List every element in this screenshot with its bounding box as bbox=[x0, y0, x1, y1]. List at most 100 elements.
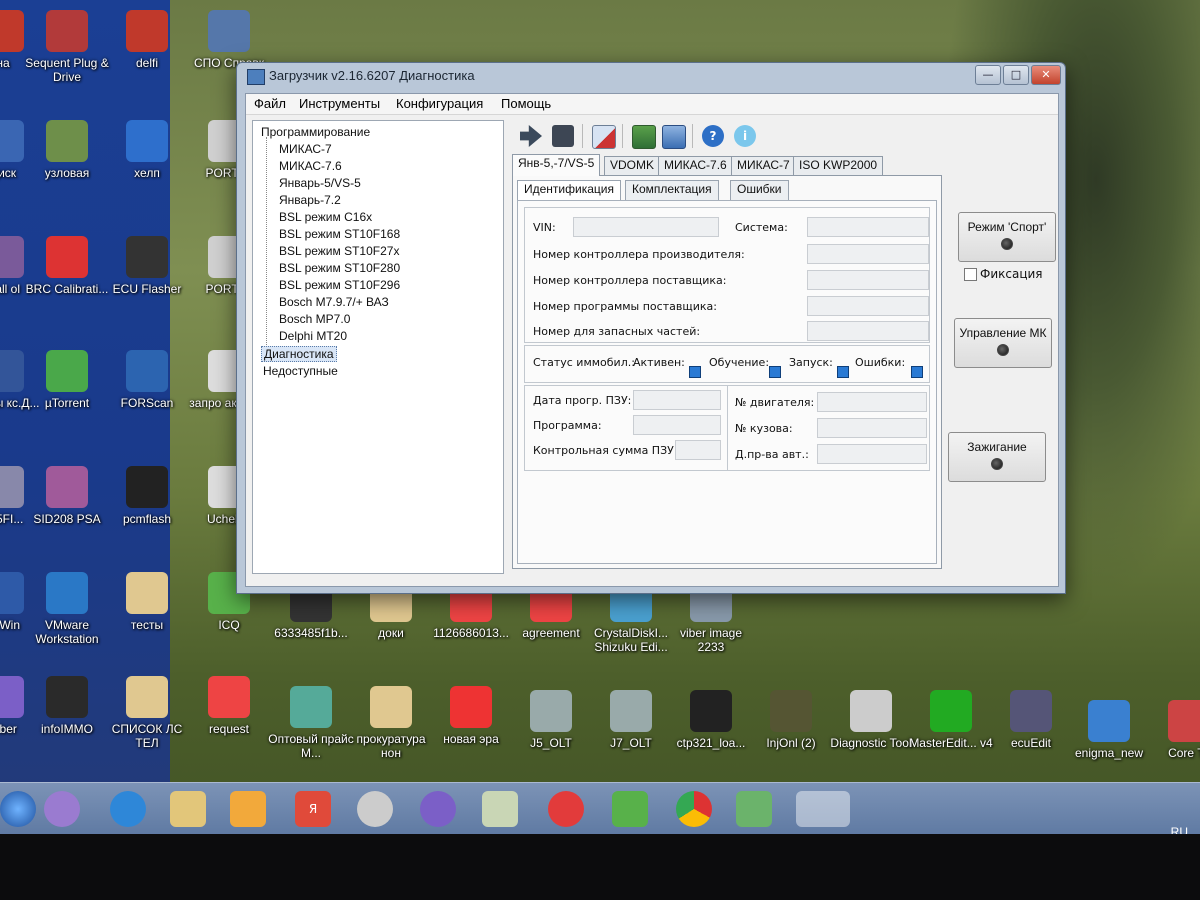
subtab-identification[interactable]: Идентификация bbox=[517, 180, 621, 200]
stop-icon[interactable] bbox=[552, 125, 574, 147]
desktop-icon[interactable]: VMware Workstation bbox=[24, 572, 110, 646]
taskbar-explorer-icon[interactable] bbox=[170, 791, 206, 827]
subtab-errors[interactable]: Ошибки bbox=[730, 180, 789, 200]
taskbar-media-icon[interactable] bbox=[230, 791, 266, 827]
desktop-icon[interactable]: µTorrent bbox=[24, 350, 110, 410]
tab-jan5[interactable]: Янв-5,-7/VS-5 bbox=[512, 154, 601, 176]
menu-file[interactable]: Файл bbox=[254, 96, 286, 111]
engine-no-field[interactable] bbox=[817, 392, 927, 412]
tab-mikas76[interactable]: МИКАС-7.6 bbox=[658, 156, 733, 176]
desktop-app-icon bbox=[0, 10, 24, 52]
tree-item[interactable]: Delphi MT20 bbox=[279, 329, 347, 343]
desktop-icon[interactable]: Sequent Plug & Drive bbox=[24, 10, 110, 84]
fix-checkbox[interactable] bbox=[964, 268, 977, 281]
desktop-icon[interactable]: Оптовый прайс М... bbox=[268, 686, 354, 760]
checksum-field[interactable] bbox=[675, 440, 721, 460]
sport-mode-button[interactable]: Режим 'Спорт' bbox=[958, 212, 1056, 262]
desktop-icon[interactable]: тесты bbox=[104, 572, 190, 632]
minimize-button[interactable]: — bbox=[975, 65, 1001, 85]
menu-help[interactable]: Помощь bbox=[501, 96, 551, 111]
tree-item-diagnostics[interactable]: Диагностика bbox=[261, 346, 337, 362]
sup-ctrl-field[interactable] bbox=[807, 270, 929, 290]
window-client: Файл Инструменты Конфигурация Помощь Про… bbox=[245, 93, 1059, 587]
taskbar-chrome-icon[interactable] bbox=[676, 791, 712, 827]
desktop-icon[interactable]: InjOnl (2) bbox=[748, 690, 834, 750]
desktop-icon[interactable]: прокуратура нон bbox=[348, 686, 434, 760]
desktop-icon[interactable]: хелп bbox=[104, 120, 190, 180]
body-no-field[interactable] bbox=[817, 418, 927, 438]
taskbar-utorrent-icon[interactable] bbox=[736, 791, 772, 827]
tab-iso-kwp2000[interactable]: ISO KWP2000 bbox=[793, 156, 884, 176]
desktop-icon[interactable]: infoIMMO bbox=[24, 676, 110, 736]
desktop-icon[interactable]: MasterEdit... v4 bbox=[908, 690, 994, 750]
sup-prog-field[interactable] bbox=[807, 296, 929, 316]
desktop-icon[interactable]: J7_OLT bbox=[588, 690, 674, 750]
desktop-icon[interactable]: ctp321_loa... bbox=[668, 690, 754, 750]
mfr-ctrl-field[interactable] bbox=[807, 244, 929, 264]
vin-field[interactable] bbox=[573, 217, 719, 237]
tab-mikas7[interactable]: МИКАС-7 bbox=[731, 156, 796, 176]
desktop-icon[interactable]: pcmflash bbox=[104, 466, 190, 526]
desktop-icon[interactable]: ECU Flasher bbox=[104, 236, 190, 296]
desktop-icon[interactable]: Core Te bbox=[1146, 700, 1200, 760]
menu-config[interactable]: Конфигурация bbox=[396, 96, 483, 111]
tree-item[interactable]: BSL режим ST10F168 bbox=[279, 227, 400, 241]
desktop-icon[interactable]: узловая bbox=[24, 120, 110, 180]
spare-field[interactable] bbox=[807, 321, 929, 341]
desktop-icon[interactable]: BRC Calibrati... bbox=[24, 236, 110, 296]
run-icon[interactable] bbox=[520, 125, 542, 147]
edit-icon[interactable] bbox=[592, 125, 616, 149]
taskbar-yandex-browser-icon[interactable] bbox=[548, 791, 584, 827]
tree-item[interactable]: МИКАС-7.6 bbox=[279, 159, 342, 173]
tree-item[interactable]: Bosch MP7.0 bbox=[279, 312, 350, 326]
desktop-icon[interactable]: новая эра bbox=[428, 686, 514, 746]
start-button[interactable] bbox=[0, 791, 36, 827]
rom-date-field[interactable] bbox=[633, 390, 721, 410]
desktop-icon[interactable]: ecuEdit bbox=[988, 690, 1074, 750]
tab-vdomk[interactable]: VDOMK bbox=[604, 156, 661, 176]
desktop-icon[interactable]: delfi bbox=[104, 10, 190, 70]
tree-item[interactable]: Январь-7.2 bbox=[279, 193, 341, 207]
tree-item-programming[interactable]: Программирование bbox=[261, 125, 370, 139]
taskbar-mic-icon[interactable] bbox=[44, 791, 80, 827]
taskbar-viber-icon[interactable] bbox=[420, 791, 456, 827]
tree-item-unavailable[interactable]: Недоступные bbox=[263, 364, 338, 378]
taskbar-loader-icon[interactable] bbox=[796, 791, 850, 827]
system-field[interactable] bbox=[807, 217, 929, 237]
tree-item[interactable]: BSL режим C16x bbox=[279, 210, 372, 224]
write-icon[interactable] bbox=[662, 125, 686, 149]
desktop-icon[interactable]: SID208 PSA bbox=[24, 466, 110, 526]
subtab-equipment[interactable]: Комплектация bbox=[625, 180, 719, 200]
desktop-icon[interactable]: J5_OLT bbox=[508, 690, 594, 750]
desktop-icon[interactable]: Diagnostic Tool bbox=[828, 690, 914, 750]
mode-tree[interactable]: Программирование МИКАС-7 МИКАС-7.6 Январ… bbox=[252, 120, 504, 574]
help-icon[interactable]: ? bbox=[702, 125, 724, 147]
menu-tools[interactable]: Инструменты bbox=[299, 96, 380, 111]
taskbar-notes-icon[interactable] bbox=[482, 791, 518, 827]
tree-item[interactable]: Bosch M7.9.7/+ ВАЗ bbox=[279, 295, 389, 309]
close-button[interactable]: ✕ bbox=[1031, 65, 1061, 85]
taskbar-ie-icon[interactable] bbox=[110, 791, 146, 827]
mk-control-button[interactable]: Управление МК bbox=[954, 318, 1052, 368]
info-icon[interactable]: i bbox=[734, 125, 756, 147]
desktop-icon[interactable]: request bbox=[186, 676, 272, 736]
tree-item[interactable]: Январь-5/VS-5 bbox=[279, 176, 361, 190]
desktop-icon[interactable]: FORScan bbox=[104, 350, 190, 410]
tree-item[interactable]: BSL режим ST10F27x bbox=[279, 244, 399, 258]
read-icon[interactable] bbox=[632, 125, 656, 149]
dealer-field[interactable] bbox=[817, 444, 927, 464]
taskbar-yandex-icon[interactable]: Я bbox=[295, 791, 331, 827]
desktop-icon[interactable]: СПО Справк bbox=[186, 10, 272, 70]
ignition-button[interactable]: Зажигание bbox=[948, 432, 1046, 482]
taskbar-disc-icon[interactable] bbox=[357, 791, 393, 827]
title-bar[interactable]: Загрузчик v2.16.6207 Диагностика — □ ✕ bbox=[237, 63, 1065, 89]
loader-window[interactable]: Загрузчик v2.16.6207 Диагностика — □ ✕ Ф… bbox=[236, 62, 1066, 594]
program-field[interactable] bbox=[633, 415, 721, 435]
maximize-button[interactable]: □ bbox=[1003, 65, 1029, 85]
tree-item[interactable]: BSL режим ST10F280 bbox=[279, 261, 400, 275]
tree-item[interactable]: BSL режим ST10F296 bbox=[279, 278, 400, 292]
taskbar-icq-icon[interactable] bbox=[612, 791, 648, 827]
desktop-icon[interactable]: СПИСОК ЛС ТЕЛ bbox=[104, 676, 190, 750]
tree-item[interactable]: МИКАС-7 bbox=[279, 142, 332, 156]
desktop-icon[interactable]: enigma_new bbox=[1066, 700, 1152, 760]
